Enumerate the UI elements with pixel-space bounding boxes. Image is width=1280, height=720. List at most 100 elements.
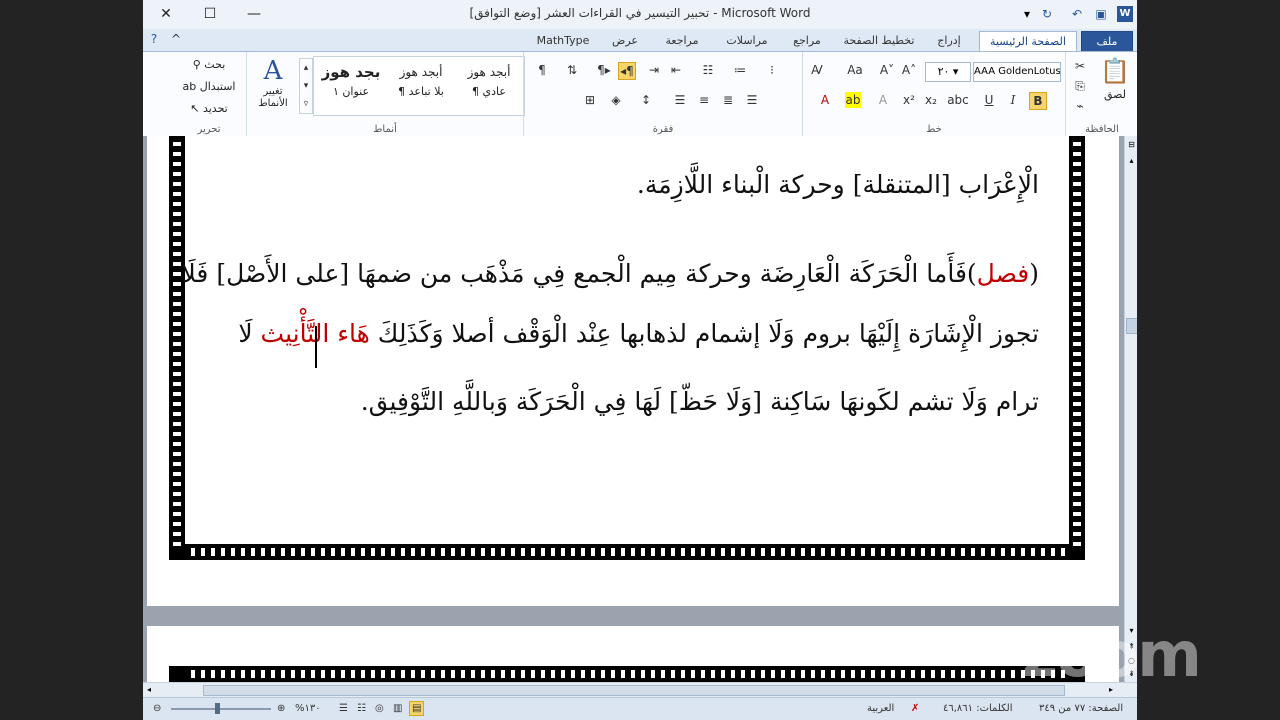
horizontal-scroll-thumb[interactable] [203, 685, 1065, 696]
proofing-icon[interactable]: ✗ [911, 703, 919, 714]
grow-font-icon[interactable]: A˄ [901, 62, 917, 78]
strikethrough-icon[interactable]: abc [947, 92, 969, 108]
subscript-icon[interactable]: x₂ [923, 92, 939, 108]
paste-button[interactable]: 📋 لصق [1096, 56, 1134, 104]
doc-text-segment: )فَأَما الْحَرَكَة الْعَارِضَة وحركة مِي… [181, 259, 977, 288]
change-case-icon[interactable]: Aa [843, 62, 867, 78]
rtl-icon[interactable]: ◂¶ [618, 62, 636, 80]
help-icon[interactable]: ? [146, 31, 162, 47]
bullets-icon[interactable]: ⁝ [764, 62, 780, 78]
align-left-icon[interactable]: ☰ [744, 92, 760, 108]
save-icon[interactable]: ▣ [1093, 6, 1109, 22]
document-page[interactable]: الْإِعْرَاب [المتنقلة] وحركة الْبناء الل… [147, 136, 1119, 606]
tab-file[interactable]: ملف [1081, 31, 1133, 52]
font-name-select[interactable]: AAA GoldenLotus [973, 62, 1061, 82]
cut-icon[interactable]: ✂ [1072, 58, 1088, 74]
horizontal-scrollbar[interactable]: ◂ ▸ [143, 682, 1137, 697]
styles-scroll-icon[interactable]: ▴ ▾ ▿ [299, 58, 313, 114]
style-heading1-preview: بجد هوز [321, 63, 381, 81]
tab-insert[interactable]: إدراج [927, 31, 971, 50]
tab-review[interactable]: مراجعة [657, 31, 707, 50]
style-normal-name: ¶ عادي [472, 85, 506, 98]
binoculars-icon: ⚲ [192, 58, 205, 71]
select-button[interactable]: ↖ تحديد [177, 100, 241, 118]
indent-increase-icon[interactable]: ⇥ [646, 62, 662, 78]
text-effects-icon[interactable]: A [875, 92, 891, 108]
justify-icon[interactable]: ☰ [672, 92, 688, 108]
undo-icon[interactable]: ↶ [1069, 6, 1085, 22]
maximize-icon[interactable]: ☐ [199, 4, 221, 24]
style-heading1[interactable]: بجد هوز عنوان ١ [316, 59, 386, 113]
minimize-icon[interactable]: — [243, 4, 265, 24]
view-outline-icon[interactable]: ☷ [357, 703, 366, 714]
shading-icon[interactable]: ◈ [608, 92, 624, 108]
style-normal-preview: أبجد هوز [467, 65, 511, 79]
view-print-layout-icon[interactable]: ▤ [409, 701, 425, 716]
highlight-icon[interactable]: ab [845, 92, 861, 108]
page-count[interactable]: الصفحة: ٧٧ من ٣٤٩ [1039, 703, 1123, 714]
align-center-icon[interactable]: ≣ [720, 92, 736, 108]
font-color-icon[interactable]: A [817, 92, 833, 108]
pilcrow-icon[interactable]: ¶ [534, 62, 550, 78]
style-no-spacing[interactable]: أبجد هوز ¶ بلا تباعد [386, 59, 456, 113]
language-indicator[interactable]: العربية [867, 703, 894, 714]
styles-group: A تغيير الأنماط ▴ ▾ ▿ بجد هوز عنوان ١ أبجد… [246, 52, 525, 136]
zoom-in-icon[interactable]: ⊕ [277, 703, 285, 714]
shrink-font-icon[interactable]: A˅ [879, 62, 895, 78]
zoom-slider[interactable] [171, 703, 271, 714]
doc-line-2: (فصل)فَأَما الْحَرَكَة الْعَارِضَة وحركة… [182, 259, 1040, 288]
view-draft-icon[interactable]: ☰ [339, 703, 348, 714]
vertical-scrollbar[interactable]: ⊟ ▴ ▾ ⇞ ○ ⇟ [1124, 136, 1137, 682]
borders-icon[interactable]: ⊞ [582, 92, 598, 108]
document-area[interactable]: الْإِعْرَاب [المتنقلة] وحركة الْبناء الل… [143, 136, 1124, 682]
style-normal[interactable]: أبجد هوز ¶ عادي [454, 59, 524, 113]
copy-icon[interactable]: ⎘ [1072, 78, 1088, 94]
change-styles-button[interactable]: A تغيير الأنماط [251, 56, 295, 110]
replace-button[interactable]: ab استبدال [177, 78, 241, 96]
vertical-scroll-thumb[interactable] [1126, 318, 1137, 334]
superscript-icon[interactable]: x² [901, 92, 917, 108]
replace-label: استبدال [199, 80, 236, 93]
ltr-icon[interactable]: ¶▸ [596, 62, 612, 78]
clear-formatting-icon[interactable]: Ꜹ [809, 62, 825, 78]
ruler-toggle-icon[interactable]: ⊟ [1126, 140, 1137, 150]
indent-decrease-icon[interactable]: ⇤ [668, 62, 684, 78]
align-right-icon[interactable]: ≡ [696, 92, 712, 108]
border-pattern-right [1073, 136, 1081, 546]
doc-text-segment: ترام وَلَا تشم لكَونهَا سَاكِنة [وَلَا ح… [360, 387, 1039, 416]
font-size-value: ٢٠ [937, 65, 950, 78]
scroll-up-icon[interactable]: ▴ [1126, 156, 1137, 166]
line-spacing-icon[interactable]: ↕ [638, 92, 654, 108]
document-page-next[interactable] [147, 626, 1119, 682]
sort-icon[interactable]: ⇅ [564, 62, 580, 78]
ribbon: ⚲ بحث ab استبدال ↖ تحديد تحرير A تغيير ا… [143, 51, 1137, 137]
tab-home[interactable]: الصفحة الرئيسية [979, 31, 1077, 51]
tab-references[interactable]: مراجع [785, 31, 829, 50]
underline-icon[interactable]: U [981, 92, 997, 108]
find-label: بحث [204, 58, 226, 71]
qat-customize-icon[interactable]: ▾ [1019, 6, 1035, 22]
zoom-level[interactable]: %١٣٠ [295, 703, 321, 714]
zoom-out-icon[interactable]: ⊖ [153, 703, 161, 714]
italic-icon[interactable]: I [1005, 92, 1021, 108]
close-icon[interactable]: ✕ [155, 4, 177, 24]
view-reading-icon[interactable]: ▥ [393, 703, 402, 714]
tab-page-layout[interactable]: تخطيط الصفحة [839, 31, 919, 50]
title-bar: ✕ ☐ — تحبير التيسير في القراءات العشر [و… [143, 0, 1137, 30]
bold-icon[interactable]: B [1029, 92, 1047, 110]
scroll-left-icon[interactable]: ◂ [147, 685, 151, 694]
format-painter-icon[interactable]: ⌁ [1072, 98, 1088, 114]
tab-mailings[interactable]: مراسلات [717, 31, 777, 50]
doc-text-segment: الْإِعْرَاب [المتنقلة] وحركة الْبناء الل… [636, 170, 1039, 199]
view-web-icon[interactable]: ◎ [375, 703, 384, 714]
multilevel-list-icon[interactable]: ☷ [700, 62, 716, 78]
zoom-slider-thumb[interactable] [215, 703, 220, 714]
ribbon-minimize-icon[interactable]: ^ [168, 31, 184, 47]
font-size-select[interactable]: ٢٠ ▾ [925, 62, 971, 82]
find-button[interactable]: ⚲ بحث [177, 56, 241, 74]
word-count[interactable]: الكلمات: ٤٦,٨٦١ [943, 703, 1013, 714]
redo-icon[interactable]: ↻ [1039, 6, 1055, 22]
tab-view[interactable]: عرض [605, 31, 645, 50]
tab-mathtype[interactable]: MathType [535, 31, 591, 50]
numbering-icon[interactable]: ≔ [732, 62, 748, 78]
